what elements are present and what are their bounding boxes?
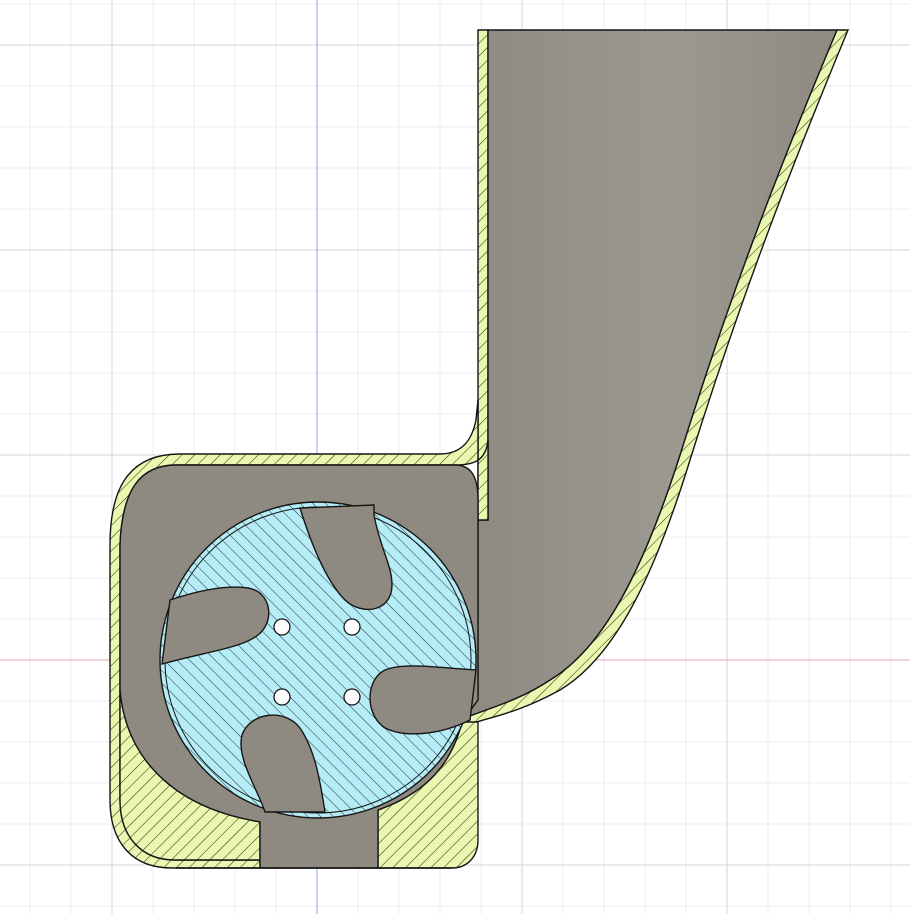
mounting-hole[interactable]: [343, 688, 361, 706]
mounting-hole[interactable]: [273, 618, 291, 636]
impeller-blade-right[interactable]: [369, 665, 477, 735]
mounting-hole[interactable]: [343, 618, 361, 636]
cad-viewport[interactable]: [0, 0, 910, 914]
mounting-hole[interactable]: [273, 688, 291, 706]
cad-section-view[interactable]: [0, 0, 910, 914]
